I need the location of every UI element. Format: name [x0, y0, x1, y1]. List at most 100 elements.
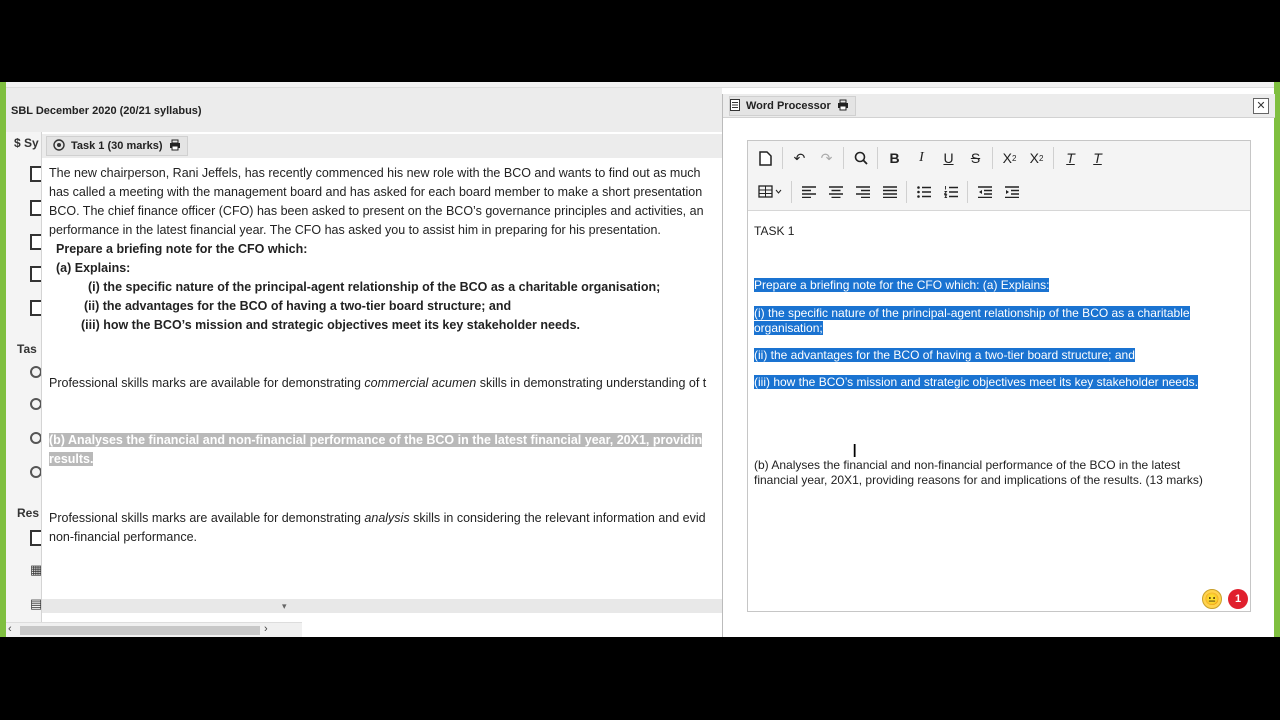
spreadsheet-icon[interactable]: ▦ — [30, 562, 41, 578]
document-icon[interactable] — [30, 266, 41, 282]
ps2-text-after: skills in considering the relevant infor… — [409, 511, 706, 525]
outdent-icon[interactable] — [971, 179, 998, 205]
doc-requirement-b-line-2: financial year, 20X1, providing reasons … — [754, 473, 1203, 487]
align-right-icon[interactable] — [849, 179, 876, 205]
scrollbar-thumb[interactable] — [20, 626, 260, 635]
task-horizontal-scrollbar[interactable]: ▾ — [42, 599, 722, 613]
feedback-emoji-icon[interactable]: 😐 — [1202, 589, 1222, 609]
toolbar-separator — [906, 181, 907, 203]
requirement-a-ii: (ii) the advantages for the BCO of havin… — [84, 299, 512, 313]
superscript-icon[interactable]: X2 — [1023, 145, 1050, 171]
requirement-heading: Prepare a briefing note for the CFO whic… — [56, 242, 308, 256]
toolbar-separator — [1053, 147, 1054, 169]
sidebar-horizontal-scrollbar[interactable]: ‹ › — [6, 622, 302, 637]
document-icon[interactable] — [30, 200, 41, 216]
selected-text: organisation; — [754, 321, 823, 335]
selected-text: (i) the specific nature of the principal… — [754, 306, 1190, 320]
frame-right — [1274, 82, 1280, 637]
intro-line: performance in the latest financial year… — [49, 223, 661, 237]
close-icon[interactable]: ✕ — [1253, 98, 1269, 114]
highlighted-text: results. — [49, 452, 94, 466]
requirement-b-line-2: results. — [49, 450, 94, 469]
document-icon[interactable] — [30, 300, 41, 316]
notification-badge[interactable]: 1 — [1228, 589, 1248, 609]
toolbar-row-1: ↶ ↷ B I U S X2 X2 T T — [752, 143, 1111, 173]
intro-line: The new chairperson, Rani Jeffels, has r… — [49, 166, 701, 180]
requirement-a-i: (i) the specific nature of the principal… — [88, 280, 661, 294]
doc-requirement-b-line-1: (b) Analyses the financial and non-finan… — [754, 458, 1181, 472]
strikethrough-icon[interactable]: S — [962, 145, 989, 171]
indent-icon[interactable] — [998, 179, 1025, 205]
requirement-a: (a) Explains: — [56, 261, 131, 275]
print-icon[interactable] — [169, 139, 181, 154]
rich-text-editor[interactable]: ↶ ↷ B I U S X2 X2 T T TASK 1 Prepare a b… — [747, 140, 1251, 612]
sidebar-scenario-label[interactable]: $ Sy — [14, 136, 39, 150]
redo-icon[interactable]: ↷ — [813, 145, 840, 171]
toolbar-separator — [992, 147, 993, 169]
task-icon[interactable] — [30, 466, 41, 478]
task-tab-label: Task 1 (30 marks) — [71, 140, 163, 152]
task-icon[interactable] — [30, 398, 41, 410]
requirement-a-iii: (iii) how the BCO’s mission and strategi… — [81, 318, 580, 332]
table-icon[interactable] — [752, 179, 788, 205]
professional-skills-note-1: Professional skills marks are available … — [49, 374, 706, 393]
document-icon[interactable] — [30, 234, 41, 250]
highlighted-text: (b) Analyses the financial and non-finan… — [49, 433, 703, 447]
scroll-left-icon[interactable]: ‹ — [8, 623, 12, 635]
ps1-text-after: skills in demonstrating understanding of… — [476, 376, 707, 390]
tab-task-1[interactable]: Task 1 (30 marks) — [46, 136, 188, 156]
selected-text: (iii) how the BCO’s mission and strategi… — [754, 375, 1198, 389]
italic-icon[interactable]: I — [908, 145, 935, 171]
align-left-icon[interactable] — [795, 179, 822, 205]
remove-format-icon[interactable]: T — [1084, 145, 1111, 171]
word-processor-title: Word Processor — [746, 100, 831, 112]
new-document-icon[interactable] — [752, 145, 779, 171]
selected-text-line: organisation; — [754, 321, 823, 335]
toolbar-row-2 — [752, 177, 1025, 207]
task-icon[interactable] — [30, 366, 41, 378]
selected-text-line: (ii) the advantages for the BCO of havin… — [754, 348, 1135, 362]
intro-line: has called a meeting with the management… — [49, 185, 703, 199]
task-icon[interactable] — [30, 432, 41, 444]
calculator-icon[interactable]: ▤ — [30, 596, 41, 612]
align-center-icon[interactable] — [822, 179, 849, 205]
ps1-emphasis: commercial acumen — [364, 376, 477, 390]
sidebar-tasks-label: Tas — [17, 342, 37, 356]
bold-icon[interactable]: B — [881, 145, 908, 171]
word-processor-window: Word Processor ✕ ↶ ↷ B I U S X 2 X 2 T T… — [722, 94, 1275, 637]
exam-header: SBL December 2020 (20/21 syllabus) — [6, 88, 722, 132]
print-icon[interactable] — [837, 99, 849, 114]
selected-text: Prepare a briefing note for the CFO whic… — [754, 278, 1050, 292]
doc-heading: TASK 1 — [754, 224, 795, 238]
navigation-sidebar: $ Sy Tas Res ▦ ▤ — [6, 132, 42, 622]
find-icon[interactable] — [847, 145, 874, 171]
ps2-text: Professional skills marks are available … — [49, 511, 365, 525]
document-icon[interactable] — [30, 166, 41, 182]
sidebar-resources-label: Res — [17, 506, 40, 520]
task-tabbar: Task 1 (30 marks) — [42, 134, 722, 158]
text-cursor-icon: I — [852, 441, 858, 462]
professional-skills-note-2-line-2: non-financial performance. — [49, 530, 197, 544]
undo-icon[interactable]: ↶ — [786, 145, 813, 171]
subscript-icon[interactable]: X2 — [996, 145, 1023, 171]
scroll-right-icon[interactable]: › — [264, 623, 268, 635]
word-processor-titlebar: Word Processor ✕ — [723, 94, 1275, 118]
document-icon — [730, 98, 740, 114]
document-body[interactable]: TASK 1 Prepare a briefing note for the C… — [748, 211, 1250, 611]
scroll-down-arrow-icon[interactable]: ▾ — [282, 601, 287, 612]
selected-text: (ii) the advantages for the BCO of havin… — [754, 348, 1135, 362]
exam-title: SBL December 2020 (20/21 syllabus) — [11, 105, 202, 117]
bullet-list-icon[interactable] — [910, 179, 937, 205]
justify-icon[interactable] — [876, 179, 903, 205]
numbered-list-icon[interactable] — [937, 179, 964, 205]
toolbar-separator — [843, 147, 844, 169]
requirement-b-line-1: (b) Analyses the financial and non-finan… — [49, 431, 703, 450]
toolbar-separator — [782, 147, 783, 169]
underline-icon[interactable]: U — [935, 145, 962, 171]
editor-toolbar: ↶ ↷ B I U S X2 X2 T T — [748, 141, 1250, 211]
task-requirement-text: The new chairperson, Rani Jeffels, has r… — [42, 158, 722, 598]
word-processor-tab[interactable]: Word Processor — [729, 96, 856, 116]
professional-skills-note-2: Professional skills marks are available … — [49, 509, 706, 528]
document-icon[interactable] — [30, 530, 41, 546]
clear-format-icon[interactable]: T — [1057, 145, 1084, 171]
